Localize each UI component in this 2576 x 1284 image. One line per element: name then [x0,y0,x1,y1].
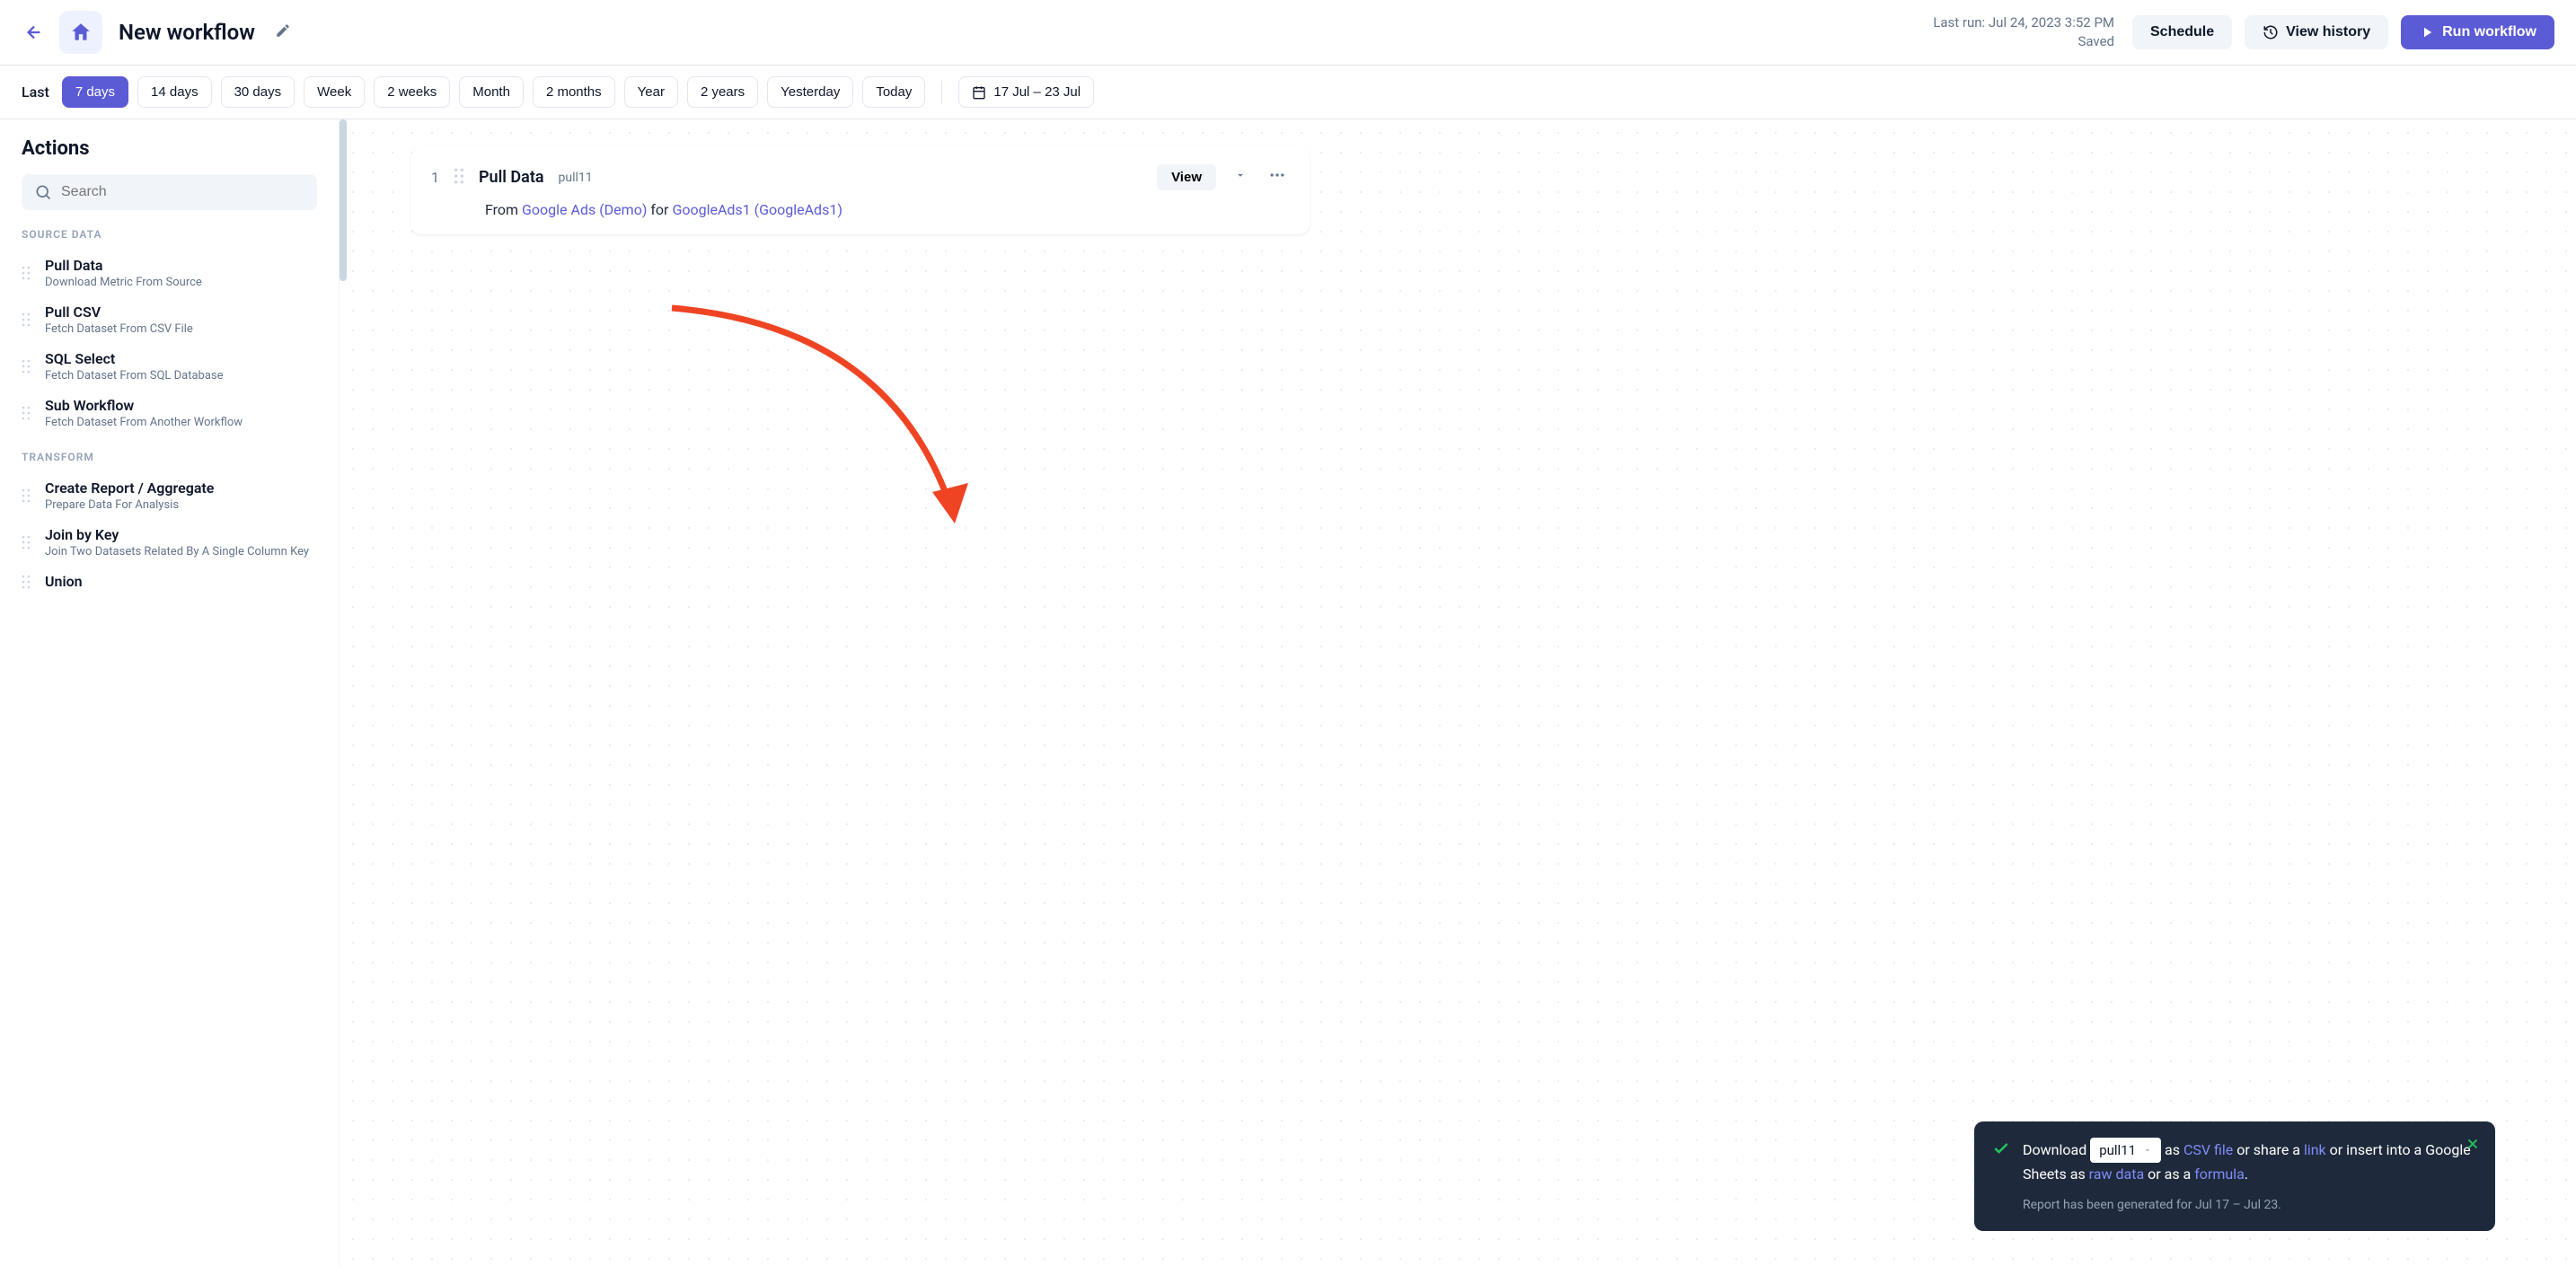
action-desc: Fetch Dataset From SQL Database [45,369,224,383]
caret-down-icon [2143,1146,2152,1155]
step-expand-button[interactable] [1231,165,1250,189]
history-icon [2263,24,2279,40]
drag-handle-icon[interactable] [22,526,34,558]
step-body: From Google Ads (Demo) for GoogleAds1 (G… [485,201,1290,218]
range-pill[interactable]: 14 days [137,76,212,108]
step-source-link[interactable]: Google Ads (Demo) [522,201,647,218]
back-button[interactable] [22,20,47,45]
step-header: 1 Pull Data pull11 View [431,163,1290,192]
step-drag-handle[interactable] [454,168,464,188]
drag-handle-icon[interactable] [22,397,34,429]
step-id: pull11 [559,171,593,185]
step-account-link[interactable]: GoogleAds1 (GoogleAds1) [672,201,842,218]
datebar-divider [941,81,942,104]
range-pill[interactable]: Year [624,76,678,108]
action-item[interactable]: Union [22,566,317,597]
step-title: Pull Data [479,168,544,187]
view-history-button[interactable]: View history [2245,15,2388,49]
action-title: SQL Select [45,350,224,367]
action-desc: Fetch Dataset From Another Workflow [45,416,243,429]
drag-handle-icon[interactable] [22,257,34,289]
step-more-button[interactable] [1265,163,1290,192]
drag-handle-icon[interactable] [22,573,34,590]
more-horizontal-icon [1268,166,1286,184]
search-icon [34,183,52,201]
date-picker-button[interactable]: 17 Jul – 23 Jul [958,76,1094,108]
caret-down-icon [1234,169,1247,181]
action-item[interactable]: SQL Select Fetch Dataset From SQL Databas… [22,343,317,390]
action-item[interactable]: Pull CSVFetch Dataset From CSV File [22,296,317,343]
raw-data-link[interactable]: raw data [2089,1165,2144,1183]
range-pill[interactable]: 2 months [533,76,615,108]
step-card[interactable]: 1 Pull Data pull11 View From Google Ads … [411,146,1310,234]
main-layout: Actions SOURCE DATA Pull Data Download Met… [0,119,2576,1267]
pencil-icon [275,22,291,39]
range-pill[interactable]: Today [862,76,925,108]
drag-handle-icon [454,168,464,184]
arrow-left-icon [24,22,44,42]
range-pill[interactable]: Month [459,76,524,108]
download-toast: Download pull11 as CSV file or share a l… [1974,1121,2495,1231]
action-desc: Fetch Dataset From CSV File [45,322,193,336]
schedule-button[interactable]: Schedule [2132,15,2232,49]
search-input[interactable] [61,184,304,200]
range-pill[interactable]: Yesterday [767,76,853,108]
section-label: SOURCE DATA [22,228,317,241]
check-icon [1992,1139,2010,1157]
toast-close-button[interactable] [2465,1136,2481,1152]
date-range-bar: Last 7 days 14 days 30 daysWeek 2 weeks Mont… [0,66,2576,119]
step-number: 1 [431,169,439,186]
home-button[interactable] [59,11,102,54]
range-pill[interactable]: 2 weeks [374,76,450,108]
action-item[interactable]: Create Report / AggregatePrepare Data Fo… [22,472,317,519]
action-item[interactable]: Join by Key Join Two Datasets Related By … [22,519,317,566]
actions-sidebar: Actions SOURCE DATA Pull Data Download Met… [0,119,340,1267]
status-text: Last run: Jul 24, 2023 3:52 PM Saved [1933,13,2114,51]
share-link[interactable]: link [2304,1141,2326,1158]
action-title: Union [45,573,83,590]
action-title: Join by Key [45,526,309,543]
action-title: Create Report / Aggregate [45,479,214,497]
search-box[interactable] [22,174,317,210]
last-run-text: Last run: Jul 24, 2023 3:52 PM [1933,13,2114,32]
close-icon [2465,1136,2481,1152]
action-title: Pull CSV [45,303,193,321]
home-icon [69,21,93,44]
action-item[interactable]: Sub Workflow Fetch Dataset From Another W… [22,390,317,436]
edit-title-button[interactable] [275,22,291,42]
action-desc: Download Metric From Source [45,276,202,289]
toast-select[interactable]: pull11 [2090,1138,2161,1163]
action-item[interactable]: Pull Data Download Metric From Source [22,250,317,296]
annotation-arrow [654,299,995,550]
action-desc: Join Two Datasets Related By A Single Co… [45,545,309,558]
workflow-title: New workflow [119,20,255,45]
action-title: Pull Data [45,257,202,274]
action-desc: Prepare Data For Analysis [45,498,214,512]
drag-handle-icon[interactable] [22,479,34,512]
workflow-canvas[interactable]: 1 Pull Data pull11 View From Google Ads … [340,119,2576,1267]
play-icon [2419,24,2435,40]
header-bar: New workflow Last run: Jul 24, 2023 3:52… [0,0,2576,66]
date-range-label: Last [22,84,49,101]
toast-body: Download pull11 as CSV file or share a l… [2023,1138,2477,1215]
section-label: TRANSFORM [22,451,317,463]
range-pill[interactable]: Week [304,76,365,108]
range-pill[interactable]: 30 days [221,76,296,108]
range-pill[interactable]: 2 years [687,76,758,108]
run-workflow-button[interactable]: Run workflow [2401,15,2554,49]
step-view-button[interactable]: View [1157,164,1216,190]
csv-link[interactable]: CSV file [2183,1141,2233,1158]
scrollbar[interactable] [340,119,347,281]
drag-handle-icon[interactable] [22,303,34,336]
formula-link[interactable]: formula [2194,1165,2245,1183]
saved-text: Saved [1933,32,2114,51]
toast-footer: Report has been generated for Jul 17 – J… [2023,1195,2477,1215]
calendar-icon [972,85,986,100]
range-pill[interactable]: 7 days [62,76,128,108]
drag-handle-icon[interactable] [22,350,34,383]
sidebar-heading: Actions [22,137,317,160]
action-title: Sub Workflow [45,397,243,414]
